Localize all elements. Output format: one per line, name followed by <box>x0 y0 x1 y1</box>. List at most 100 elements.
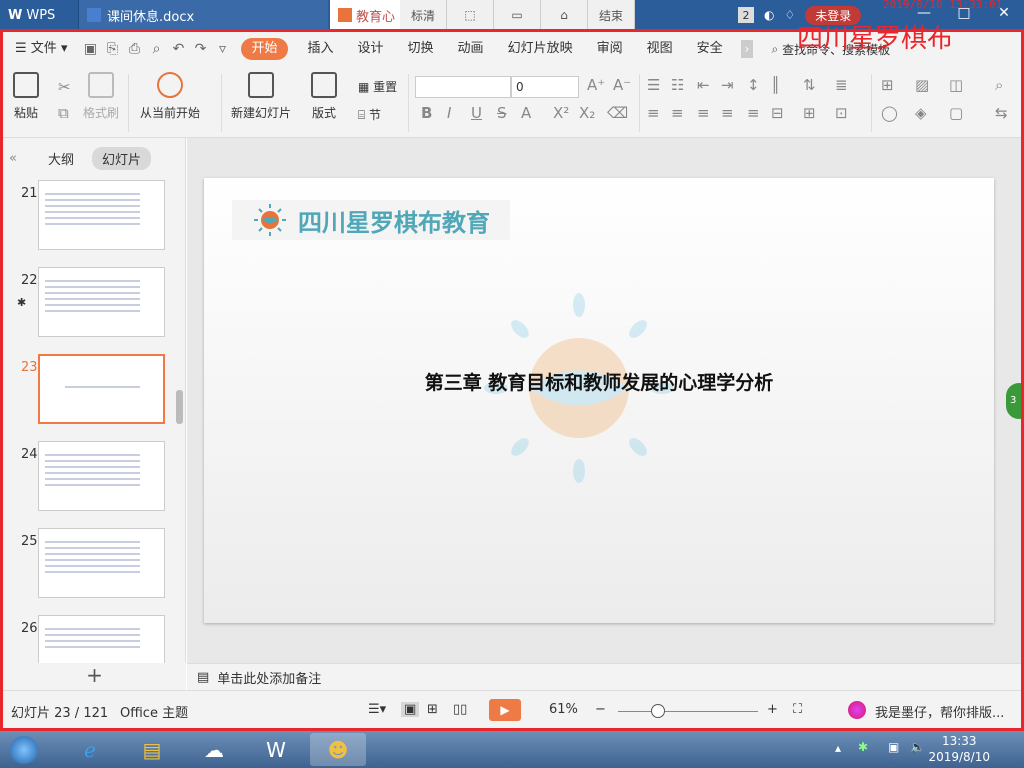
slide-thumbnail[interactable] <box>38 267 165 337</box>
volume-icon[interactable]: 🔈 <box>910 740 925 754</box>
reset-button[interactable]: ▦ 重置 <box>358 78 397 95</box>
bold-icon[interactable]: B <box>421 104 432 122</box>
tab-slideshow[interactable]: 幻灯片放映 <box>496 32 585 66</box>
cut-icon[interactable]: ✂ <box>58 78 71 96</box>
save-icon[interactable]: ▣ <box>79 41 101 57</box>
strikethrough-icon[interactable]: S <box>497 104 507 122</box>
undo-icon[interactable]: ↶ <box>167 41 189 57</box>
home-button[interactable]: ⌂ <box>541 0 588 30</box>
arrange-icon[interactable]: ◈ <box>915 104 927 122</box>
format-painter-button[interactable]: 格式刷 <box>83 72 119 121</box>
bullet-list-icon[interactable]: ☰ <box>647 76 660 94</box>
shirt-icon[interactable]: ♢ <box>784 8 795 22</box>
tab-slides[interactable]: 幻灯片 <box>92 146 152 170</box>
tab-review[interactable]: 审阅 <box>585 32 635 66</box>
assistant-text[interactable]: 我是墨仔，帮你排版... <box>875 702 1004 721</box>
collapse-panel-icon[interactable]: « <box>9 151 17 166</box>
indent-decrease-icon[interactable]: ⇤ <box>697 76 710 94</box>
shape-fill-icon[interactable]: ◫ <box>949 76 963 94</box>
recorder-taskbar-icon[interactable]: ☻ <box>310 733 366 766</box>
theme-name[interactable]: Office 主题 <box>120 702 188 721</box>
explorer-taskbar-icon[interactable]: ▤ <box>124 733 180 766</box>
layout-button[interactable]: 版式 <box>311 72 337 121</box>
zoom-out-icon[interactable]: − <box>595 702 606 717</box>
justify-icon[interactable]: ≡ <box>721 104 734 122</box>
fit-window-icon[interactable]: ⛶ <box>793 702 802 717</box>
panel-scrollbar[interactable] <box>176 390 183 424</box>
slide-thumbnail[interactable] <box>38 180 165 250</box>
smart-art-icon[interactable]: ⊞ <box>803 104 816 122</box>
tab-view[interactable]: 视图 <box>635 32 685 66</box>
quality-button[interactable]: 标清 <box>400 0 447 30</box>
number-list-icon[interactable]: ☷ <box>671 76 684 94</box>
text-box-insert-icon[interactable]: ⊞ <box>881 76 894 94</box>
superscript-icon[interactable]: X² <box>553 104 569 122</box>
assistant-avatar-icon[interactable] <box>848 701 866 719</box>
find-icon[interactable]: ⌕ <box>995 76 1003 94</box>
system-clock[interactable]: 13:33 2019/8/10 <box>928 733 990 765</box>
italic-icon[interactable]: I <box>447 104 451 122</box>
replace-icon[interactable]: ⇆ <box>995 104 1008 122</box>
sorter-view-icon[interactable]: ⊞ <box>427 702 438 717</box>
text-direction-icon[interactable]: ⇅ <box>803 76 816 94</box>
paste-button[interactable]: 粘贴 <box>13 72 39 121</box>
slide-thumbnail-selected[interactable] <box>38 354 165 424</box>
preview-icon[interactable]: ⌕ <box>145 41 167 57</box>
columns-icon[interactable]: ║ <box>771 76 780 94</box>
align-left-icon[interactable]: ≡ <box>647 104 660 122</box>
picture-icon[interactable]: ▨ <box>915 76 929 94</box>
region-button[interactable]: ⬚ <box>447 0 494 30</box>
subscript-icon[interactable]: X₂ <box>579 104 595 122</box>
font-size-select[interactable]: 0 <box>511 76 579 98</box>
new-slide-button[interactable]: 新建幻灯片 <box>231 72 291 121</box>
start-button[interactable] <box>4 733 44 766</box>
play-slideshow-button[interactable]: ▶ <box>489 699 521 721</box>
tray-expand-icon[interactable]: ▴ <box>835 741 841 755</box>
tab-design[interactable]: 设计 <box>346 32 396 66</box>
zoom-slider[interactable] <box>618 711 758 712</box>
add-slide-button[interactable]: + <box>3 663 186 690</box>
slide-title[interactable]: 第三章 教育目标和教师发展的心理学分析 <box>204 368 994 395</box>
network-icon[interactable]: ▣ <box>888 740 899 754</box>
notes-toggle-icon[interactable]: ☰▾ <box>368 702 386 717</box>
zoom-slider-knob[interactable] <box>651 704 665 718</box>
slide-thumbnail[interactable] <box>38 441 165 511</box>
zoom-level[interactable]: 61% <box>549 702 578 717</box>
file-menu[interactable]: ☰ 文件 ▾ <box>3 32 79 66</box>
line-spacing-icon[interactable]: ↕ <box>747 76 760 94</box>
shapes-icon[interactable]: ◯ <box>881 104 898 122</box>
from-current-button[interactable]: 从当前开始 <box>140 72 200 121</box>
slide-thumbnail[interactable] <box>38 615 165 663</box>
wps-tab[interactable]: W WPS <box>0 0 78 30</box>
tabs-scroll-icon[interactable]: › <box>740 40 754 58</box>
tab-home[interactable]: 开始 <box>241 38 288 60</box>
font-grow-icon[interactable]: A⁺ <box>587 76 605 94</box>
slide-thumbnail[interactable] <box>38 528 165 598</box>
more-icon[interactable]: ▿ <box>211 41 233 57</box>
reading-view-icon[interactable]: ▯▯ <box>453 702 467 717</box>
font-family-select[interactable] <box>415 76 511 98</box>
tray-app-icon[interactable]: ✱ <box>858 740 868 754</box>
wps-taskbar-icon[interactable]: W <box>248 733 304 766</box>
ppt-tab[interactable]: 教育心 <box>330 0 400 30</box>
floating-assistant-badge[interactable]: 3 <box>1006 383 1024 419</box>
eraser-icon[interactable]: ⌫ <box>607 104 628 122</box>
outline-icon[interactable]: ▢ <box>949 104 963 122</box>
print-icon[interactable]: ⎙ <box>123 41 145 57</box>
close-icon[interactable]: ✕ <box>984 0 1024 26</box>
export-icon[interactable]: ⎘ <box>101 41 123 57</box>
cloud-taskbar-icon[interactable]: ☁ <box>186 733 242 766</box>
tab-insert[interactable]: 插入 <box>296 32 346 66</box>
slide-canvas[interactable]: 四川星罗棋布教育 第三章 教育目标和教师发展的心理学分析 <box>204 178 994 623</box>
tab-animation[interactable]: 动画 <box>446 32 496 66</box>
font-shrink-icon[interactable]: A⁻ <box>613 76 631 94</box>
align-text-icon[interactable]: ≣ <box>835 76 848 94</box>
search-icon[interactable]: ⌕ <box>771 42 778 57</box>
tab-outline[interactable]: 大纲 <box>48 149 74 168</box>
indent-increase-icon[interactable]: ⇥ <box>721 76 734 94</box>
zoom-in-icon[interactable]: + <box>767 702 778 717</box>
underline-icon[interactable]: U <box>471 104 482 122</box>
window-button[interactable]: ▭ <box>494 0 541 30</box>
font-color-icon[interactable]: A <box>521 104 531 122</box>
redo-icon[interactable]: ↷ <box>189 41 211 57</box>
